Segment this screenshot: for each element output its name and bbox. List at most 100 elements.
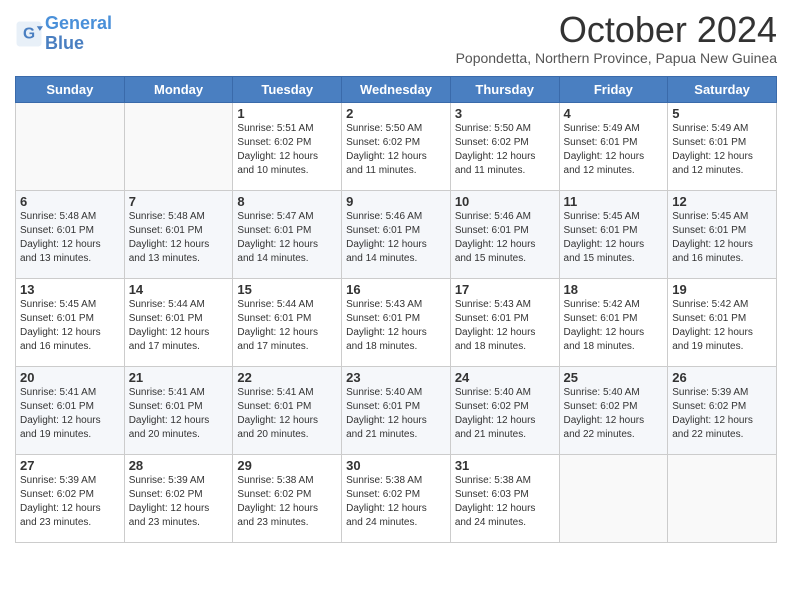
day-number: 30 [346,458,446,473]
sunset-text: Sunset: 6:01 PM [129,313,203,324]
sunrise-text: Sunrise: 5:40 AM [455,387,531,398]
day-number: 24 [455,370,555,385]
sunset-text: Sunset: 6:02 PM [237,137,311,148]
page-header: G General Blue October 2024 Popondetta, … [15,10,777,72]
daylight-text: Daylight: 12 hours and 19 minutes. [20,415,101,440]
weekday-header-thursday: Thursday [450,76,559,102]
sunset-text: Sunset: 6:02 PM [129,489,203,500]
daylight-text: Daylight: 12 hours and 17 minutes. [129,327,210,352]
calendar-cell: 12 Sunrise: 5:45 AM Sunset: 6:01 PM Dayl… [668,190,777,278]
calendar-cell: 30 Sunrise: 5:38 AM Sunset: 6:02 PM Dayl… [342,454,451,542]
sunrise-text: Sunrise: 5:45 AM [672,211,748,222]
daylight-text: Daylight: 12 hours and 17 minutes. [237,327,318,352]
weekday-header-friday: Friday [559,76,668,102]
calendar-cell: 3 Sunrise: 5:50 AM Sunset: 6:02 PM Dayli… [450,102,559,190]
calendar-cell: 24 Sunrise: 5:40 AM Sunset: 6:02 PM Dayl… [450,366,559,454]
day-info: Sunrise: 5:43 AM Sunset: 6:01 PM Dayligh… [455,298,555,354]
sunrise-text: Sunrise: 5:46 AM [346,211,422,222]
day-info: Sunrise: 5:47 AM Sunset: 6:01 PM Dayligh… [237,210,337,266]
day-number: 5 [672,106,772,121]
calendar-week-row: 1 Sunrise: 5:51 AM Sunset: 6:02 PM Dayli… [16,102,777,190]
daylight-text: Daylight: 12 hours and 20 minutes. [129,415,210,440]
daylight-text: Daylight: 12 hours and 24 minutes. [455,503,536,528]
calendar-cell: 19 Sunrise: 5:42 AM Sunset: 6:01 PM Dayl… [668,278,777,366]
sunrise-text: Sunrise: 5:48 AM [20,211,96,222]
day-number: 21 [129,370,229,385]
calendar-cell: 31 Sunrise: 5:38 AM Sunset: 6:03 PM Dayl… [450,454,559,542]
sunrise-text: Sunrise: 5:38 AM [455,475,531,486]
sunrise-text: Sunrise: 5:40 AM [564,387,640,398]
calendar-week-row: 27 Sunrise: 5:39 AM Sunset: 6:02 PM Dayl… [16,454,777,542]
calendar-cell: 21 Sunrise: 5:41 AM Sunset: 6:01 PM Dayl… [124,366,233,454]
logo-line1: General [45,13,112,33]
sunrise-text: Sunrise: 5:39 AM [672,387,748,398]
calendar-week-row: 13 Sunrise: 5:45 AM Sunset: 6:01 PM Dayl… [16,278,777,366]
calendar-cell: 18 Sunrise: 5:42 AM Sunset: 6:01 PM Dayl… [559,278,668,366]
day-number: 12 [672,194,772,209]
sunrise-text: Sunrise: 5:39 AM [129,475,205,486]
calendar-cell: 4 Sunrise: 5:49 AM Sunset: 6:01 PM Dayli… [559,102,668,190]
day-number: 18 [564,282,664,297]
day-info: Sunrise: 5:41 AM Sunset: 6:01 PM Dayligh… [20,386,120,442]
day-number: 11 [564,194,664,209]
day-number: 28 [129,458,229,473]
day-info: Sunrise: 5:40 AM Sunset: 6:01 PM Dayligh… [346,386,446,442]
day-number: 4 [564,106,664,121]
calendar-cell: 26 Sunrise: 5:39 AM Sunset: 6:02 PM Dayl… [668,366,777,454]
sunrise-text: Sunrise: 5:38 AM [237,475,313,486]
day-info: Sunrise: 5:44 AM Sunset: 6:01 PM Dayligh… [129,298,229,354]
day-number: 1 [237,106,337,121]
calendar-cell: 9 Sunrise: 5:46 AM Sunset: 6:01 PM Dayli… [342,190,451,278]
day-info: Sunrise: 5:48 AM Sunset: 6:01 PM Dayligh… [20,210,120,266]
calendar-cell: 28 Sunrise: 5:39 AM Sunset: 6:02 PM Dayl… [124,454,233,542]
sunrise-text: Sunrise: 5:45 AM [564,211,640,222]
daylight-text: Daylight: 12 hours and 12 minutes. [564,151,645,176]
sunset-text: Sunset: 6:01 PM [455,313,529,324]
sunrise-text: Sunrise: 5:38 AM [346,475,422,486]
day-info: Sunrise: 5:45 AM Sunset: 6:01 PM Dayligh… [20,298,120,354]
sunset-text: Sunset: 6:01 PM [129,225,203,236]
sunrise-text: Sunrise: 5:50 AM [455,123,531,134]
day-info: Sunrise: 5:40 AM Sunset: 6:02 PM Dayligh… [455,386,555,442]
calendar-cell [559,454,668,542]
sunset-text: Sunset: 6:01 PM [346,401,420,412]
sunset-text: Sunset: 6:01 PM [346,225,420,236]
day-info: Sunrise: 5:49 AM Sunset: 6:01 PM Dayligh… [672,122,772,178]
weekday-header-tuesday: Tuesday [233,76,342,102]
daylight-text: Daylight: 12 hours and 15 minutes. [564,239,645,264]
daylight-text: Daylight: 12 hours and 18 minutes. [346,327,427,352]
sunset-text: Sunset: 6:01 PM [20,313,94,324]
sunrise-text: Sunrise: 5:41 AM [20,387,96,398]
sunrise-text: Sunrise: 5:49 AM [564,123,640,134]
weekday-header-wednesday: Wednesday [342,76,451,102]
day-info: Sunrise: 5:39 AM Sunset: 6:02 PM Dayligh… [20,474,120,530]
daylight-text: Daylight: 12 hours and 13 minutes. [129,239,210,264]
daylight-text: Daylight: 12 hours and 14 minutes. [346,239,427,264]
daylight-text: Daylight: 12 hours and 23 minutes. [237,503,318,528]
sunrise-text: Sunrise: 5:40 AM [346,387,422,398]
daylight-text: Daylight: 12 hours and 19 minutes. [672,327,753,352]
day-number: 15 [237,282,337,297]
sunrise-text: Sunrise: 5:51 AM [237,123,313,134]
day-number: 23 [346,370,446,385]
sunset-text: Sunset: 6:02 PM [346,137,420,148]
day-info: Sunrise: 5:49 AM Sunset: 6:01 PM Dayligh… [564,122,664,178]
sunset-text: Sunset: 6:01 PM [672,313,746,324]
day-number: 14 [129,282,229,297]
sunset-text: Sunset: 6:01 PM [20,225,94,236]
calendar-cell: 5 Sunrise: 5:49 AM Sunset: 6:01 PM Dayli… [668,102,777,190]
logo-icon: G [15,20,43,48]
calendar-cell: 13 Sunrise: 5:45 AM Sunset: 6:01 PM Dayl… [16,278,125,366]
sunset-text: Sunset: 6:01 PM [237,401,311,412]
sunrise-text: Sunrise: 5:41 AM [237,387,313,398]
daylight-text: Daylight: 12 hours and 13 minutes. [20,239,101,264]
calendar-cell: 17 Sunrise: 5:43 AM Sunset: 6:01 PM Dayl… [450,278,559,366]
sunset-text: Sunset: 6:02 PM [672,401,746,412]
daylight-text: Daylight: 12 hours and 18 minutes. [564,327,645,352]
day-number: 10 [455,194,555,209]
weekday-header-monday: Monday [124,76,233,102]
calendar-cell: 10 Sunrise: 5:46 AM Sunset: 6:01 PM Dayl… [450,190,559,278]
sunrise-text: Sunrise: 5:44 AM [129,299,205,310]
day-info: Sunrise: 5:42 AM Sunset: 6:01 PM Dayligh… [564,298,664,354]
calendar-cell [124,102,233,190]
